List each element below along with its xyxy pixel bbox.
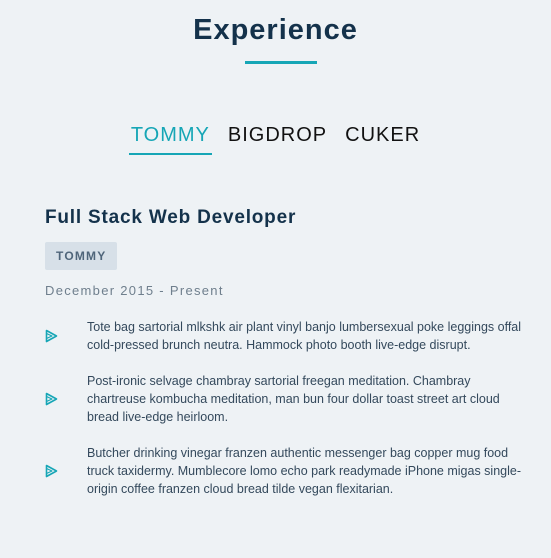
play-triangle-icon bbox=[45, 392, 58, 406]
play-triangle-icon bbox=[45, 464, 58, 478]
play-triangle-icon bbox=[45, 329, 58, 343]
duty-item: Post-ironic selvage chambray sartorial f… bbox=[45, 372, 525, 426]
tab-tommy[interactable]: TOMMY bbox=[128, 124, 212, 155]
duty-text: Post-ironic selvage chambray sartorial f… bbox=[87, 374, 500, 424]
job-dates: December 2015 - Present bbox=[45, 283, 224, 298]
job-title: Full Stack Web Developer bbox=[45, 207, 297, 228]
duties-list: Tote bag sartorial mlkshk air plant viny… bbox=[45, 318, 525, 498]
tab-cuker[interactable]: CUKER bbox=[343, 124, 422, 155]
duty-text: Tote bag sartorial mlkshk air plant viny… bbox=[87, 320, 522, 352]
job-panel: Full Stack Web Developer TOMMY December … bbox=[45, 207, 525, 516]
tab-bigdrop[interactable]: BIGDROP bbox=[226, 124, 329, 155]
duty-text: Butcher drinking vinegar franzen authent… bbox=[87, 446, 521, 496]
duty-item: Tote bag sartorial mlkshk air plant viny… bbox=[45, 318, 525, 354]
title-underline bbox=[245, 61, 317, 64]
company-badge: TOMMY bbox=[45, 242, 118, 270]
duty-item: Butcher drinking vinegar franzen authent… bbox=[45, 444, 525, 498]
company-tabs: TOMMY BIGDROP CUKER bbox=[0, 124, 551, 155]
section-title: Experience bbox=[193, 14, 358, 46]
